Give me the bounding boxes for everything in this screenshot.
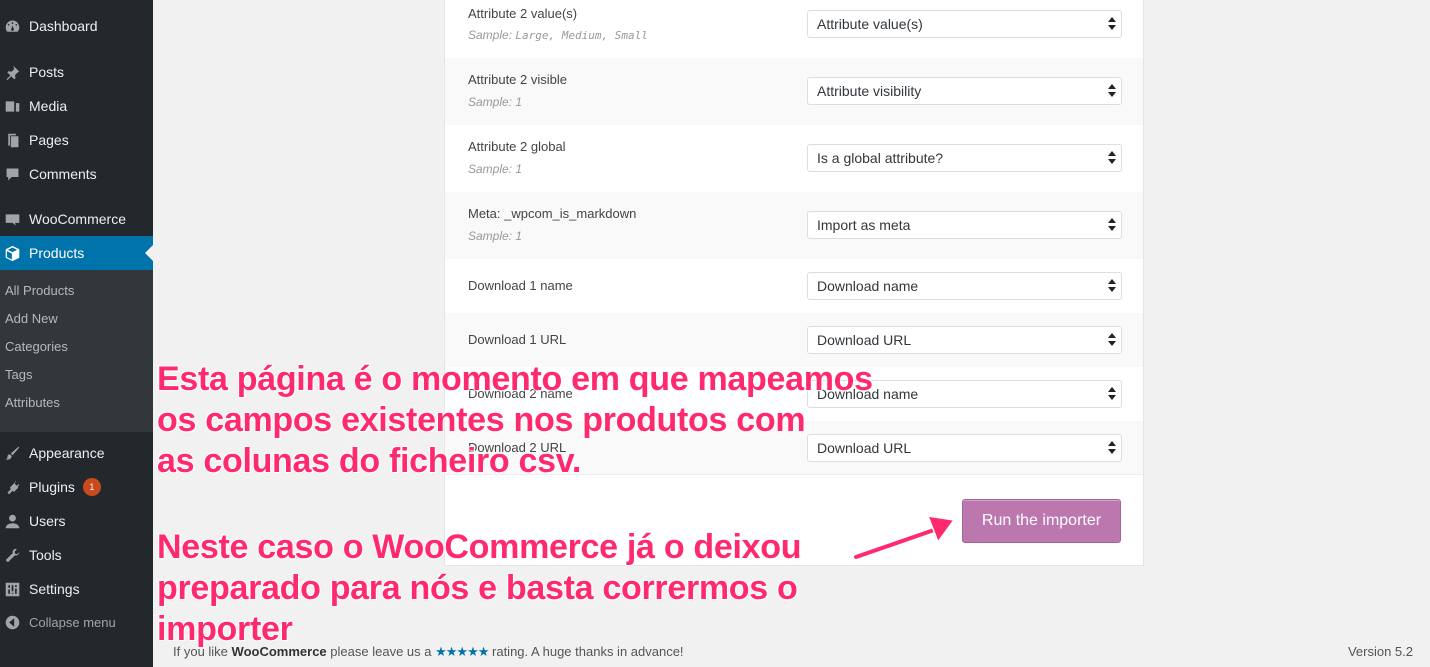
- annotation-line: importer: [157, 610, 294, 649]
- collapse-menu-button[interactable]: Collapse menu: [0, 605, 153, 639]
- menu-comments[interactable]: Comments: [0, 157, 153, 191]
- column-sample: Sample: 1: [468, 229, 523, 243]
- annotation-line: Esta página é o momento em que mapeamos: [157, 360, 874, 399]
- menu-label: Plugins: [29, 479, 75, 495]
- select-arrows-icon: [1108, 333, 1116, 347]
- menu-label: Settings: [29, 581, 80, 597]
- brush-icon: [3, 444, 21, 462]
- menu-label: Collapse menu: [29, 614, 116, 630]
- mapping-row: Attribute 2 value(s) Sample: Large, Medi…: [445, 0, 1143, 58]
- column-name: Download 1 URL: [468, 332, 567, 347]
- menu-label: Appearance: [29, 445, 105, 461]
- comment-icon: [3, 165, 21, 183]
- pin-icon: [3, 63, 21, 81]
- menu-label: Products: [29, 245, 85, 261]
- annotation-line: as colunas do ficheiro csv.: [157, 442, 582, 481]
- rating-stars-link[interactable]: ★★★★★: [435, 644, 489, 659]
- column-name: Download 1 name: [468, 278, 573, 293]
- menu-pages[interactable]: Pages: [0, 123, 153, 157]
- dashboard-icon: [3, 17, 21, 35]
- column-sample: Sample: 1: [468, 162, 523, 176]
- column-name: Attribute 2 value(s): [468, 6, 578, 21]
- annotation-line: Neste caso o WooCommerce já o deixou: [156, 528, 802, 567]
- mapping-select[interactable]: Is a global attribute?: [807, 144, 1122, 172]
- plug-icon: [3, 478, 21, 496]
- column-name: Attribute 2 visible: [468, 72, 567, 87]
- mapping-row: Meta: _wpcom_is_markdown Sample: 1 Impor…: [445, 192, 1143, 259]
- column-name: Meta: _wpcom_is_markdown: [468, 206, 637, 221]
- select-arrows-icon: [1108, 218, 1116, 232]
- mapping-row: Attribute 2 visible Sample: 1 Attribute …: [445, 58, 1143, 125]
- footer-version: Version 5.2: [1347, 644, 1413, 659]
- admin-sidebar: Dashboard Posts Media Pages Comments Woo…: [0, 0, 153, 667]
- annotation-line: os campos existentes nos produtos com: [156, 401, 806, 440]
- select-arrows-icon: [1108, 387, 1116, 401]
- menu-label: Posts: [29, 64, 65, 80]
- select-arrows-icon: [1108, 17, 1116, 31]
- submenu-categories[interactable]: Categories: [5, 339, 68, 354]
- menu-appearance[interactable]: Appearance: [0, 436, 153, 470]
- select-arrows-icon: [1108, 279, 1116, 293]
- mapping-select[interactable]: Download URL: [807, 326, 1122, 354]
- menu-label: Pages: [29, 132, 69, 148]
- run-importer-button[interactable]: Run the importer: [962, 499, 1121, 543]
- select-arrows-icon: [1108, 441, 1116, 455]
- menu-label: WooCommerce: [29, 211, 126, 227]
- mapping-select[interactable]: Attribute value(s): [807, 10, 1122, 38]
- plugins-update-badge: 1: [82, 478, 101, 496]
- submenu-attributes[interactable]: Attributes: [5, 395, 60, 410]
- settings-icon: [3, 580, 21, 598]
- menu-settings[interactable]: Settings: [0, 572, 153, 606]
- products-submenu: All Products Add New Categories Tags Att…: [0, 270, 153, 432]
- collapse-icon: [3, 613, 21, 631]
- wrench-icon: [3, 546, 21, 564]
- menu-dashboard[interactable]: Dashboard: [0, 9, 153, 43]
- pages-icon: [3, 131, 21, 149]
- menu-label: Users: [29, 513, 66, 529]
- menu-tools[interactable]: Tools: [0, 538, 153, 572]
- column-name: Attribute 2 global: [468, 139, 566, 154]
- menu-plugins[interactable]: Plugins 1: [0, 470, 153, 504]
- submenu-add-new[interactable]: Add New: [5, 311, 58, 326]
- mapping-select[interactable]: Attribute visibility: [807, 77, 1122, 105]
- annotation-line: preparado para nós e basta corrermos o: [157, 569, 799, 608]
- menu-label: Media: [29, 98, 68, 114]
- column-sample: Sample: Large, Medium, Small: [468, 28, 648, 42]
- menu-label: Comments: [29, 166, 97, 182]
- menu-media[interactable]: Media: [0, 89, 153, 123]
- menu-posts[interactable]: Posts: [0, 55, 153, 89]
- mapping-select[interactable]: Download URL: [807, 434, 1122, 462]
- menu-users[interactable]: Users: [0, 504, 153, 538]
- user-icon: [3, 512, 21, 530]
- box-icon: [3, 244, 21, 262]
- mapping-row: Download 1 name Download name: [445, 259, 1143, 313]
- mapping-row: Attribute 2 global Sample: 1 Is a global…: [445, 125, 1143, 192]
- column-sample: Sample: 1: [468, 95, 523, 109]
- annotation-arrow: [852, 515, 956, 561]
- select-arrows-icon: [1108, 151, 1116, 165]
- submenu-tags[interactable]: Tags: [5, 367, 32, 382]
- menu-label: Tools: [29, 547, 62, 563]
- mapping-select[interactable]: Download name: [807, 272, 1122, 300]
- submenu-all-products[interactable]: All Products: [5, 283, 74, 298]
- media-icon: [3, 97, 21, 115]
- woo-icon: [3, 210, 21, 228]
- menu-products[interactable]: Products: [0, 236, 153, 270]
- select-arrows-icon: [1108, 84, 1116, 98]
- mapping-select[interactable]: Import as meta: [807, 211, 1122, 239]
- menu-woocommerce[interactable]: WooCommerce: [0, 202, 153, 236]
- menu-label: Dashboard: [29, 18, 98, 34]
